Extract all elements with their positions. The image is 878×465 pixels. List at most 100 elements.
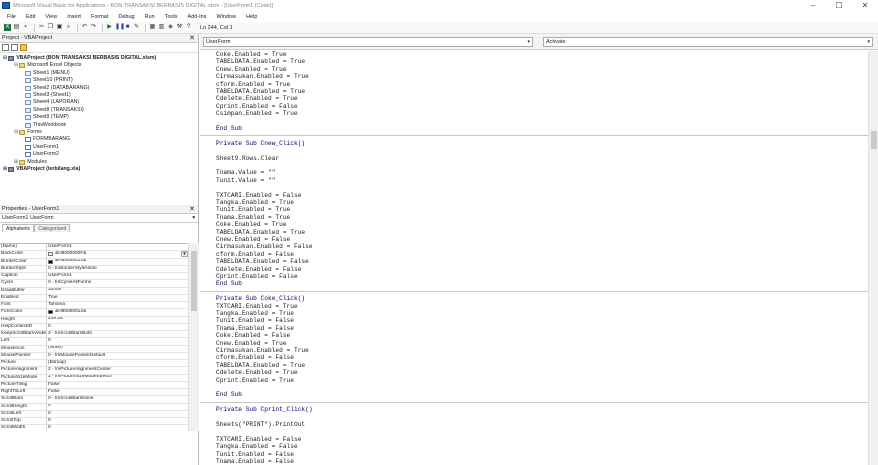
property-row[interactable]: ForeColor &H80000012& (0, 309, 188, 317)
cut-icon[interactable]: ✂ (38, 24, 45, 31)
property-value[interactable]: 1 - fmPictureSizeModeStretch (47, 375, 188, 381)
scroll-thumb[interactable] (191, 251, 197, 311)
code-line[interactable]: Cnew.Enabled = True (216, 340, 287, 348)
property-row[interactable]: PictureSizeMode 1 - fmPictureSizeModeStre… (0, 374, 188, 382)
menu-file[interactable]: File (2, 14, 21, 20)
expander-icon[interactable]: ⊞ (14, 159, 18, 166)
menu-insert[interactable]: Insert (62, 14, 86, 20)
code-line[interactable]: Cprint.Enabled = False (216, 273, 298, 281)
expander-icon[interactable]: ⊟ (14, 62, 18, 69)
code-line[interactable]: TABELDATA.Enabled = False (216, 258, 309, 266)
property-row[interactable]: PictureAlignment 2 - fmPictureAlignmentCe… (0, 367, 188, 375)
code-line[interactable]: TABELDATA.Enabled = True (216, 229, 305, 237)
code-line[interactable]: Cnew.Enabled = True (216, 66, 287, 74)
tree-node[interactable]: ⊟ Microsoft Excel Objects (14, 62, 81, 69)
code-line[interactable]: Tnama.Value = "" (216, 169, 275, 177)
code-line[interactable]: Tunit.Enabled = False (216, 451, 294, 459)
property-value[interactable]: 0 - fmScrollBarsNone (47, 396, 188, 402)
tab-alphabetic[interactable]: Alphabetic (2, 224, 35, 232)
code-line[interactable]: TXTCARI.Enabled = False (216, 192, 301, 200)
find-icon[interactable]: ⌕ (65, 24, 72, 31)
property-value[interactable]: 0 (47, 418, 188, 424)
code-line[interactable]: Cprint.Enabled = False (216, 103, 298, 111)
menu-edit[interactable]: Edit (21, 14, 40, 20)
code-line[interactable]: Tangka.Enabled = True (216, 310, 294, 318)
toggle-folders-icon[interactable] (20, 44, 27, 51)
property-row[interactable]: ScrollTop 0 (0, 418, 188, 426)
code-vertical-scrollbar[interactable] (868, 51, 878, 465)
code-line[interactable]: End Sub (216, 280, 242, 288)
code-line[interactable]: cform.Enabled = True (216, 81, 290, 89)
property-row[interactable]: ScrollLeft 0 (0, 410, 188, 418)
run-icon[interactable]: ▶ (106, 24, 113, 31)
tree-node[interactable]: ThisWorkbook (25, 122, 66, 129)
tree-node[interactable]: FORMBARANG (25, 136, 70, 143)
property-value[interactable]: 0 - fmCycleAllForms (47, 280, 188, 286)
code-line[interactable]: Tunit.Enabled = False (216, 317, 294, 325)
menu-addins[interactable]: Add-Ins (183, 14, 212, 20)
code-line[interactable]: cform.Enabled = False (216, 354, 294, 362)
code-line[interactable]: TXTCARI.Enabled = True (216, 303, 298, 311)
property-value[interactable]: 439.25 (47, 317, 188, 323)
properties-window-icon[interactable]: ▥ (158, 24, 165, 31)
property-value[interactable]: 0 (47, 338, 188, 344)
property-value[interactable]: True (47, 295, 188, 301)
property-row[interactable]: (Name) UserForm1 (0, 244, 188, 252)
code-line[interactable]: Csimpan.Enabled = True (216, 110, 298, 118)
redo-icon[interactable]: ↷ (90, 24, 97, 31)
code-line[interactable]: Sheet9.Rows.Clear (216, 155, 279, 163)
copy-icon[interactable]: ❐ (47, 24, 54, 31)
tree-node[interactable]: ⊟ VBAProject (BON TRANSAKSI BERBASIS DIGI… (3, 55, 156, 62)
code-line[interactable]: Coke.Enabled = True (216, 51, 287, 59)
properties-object-select[interactable]: UserForm1 UserForm ▾ (0, 214, 198, 223)
code-line[interactable]: Tunit.Enabled = True (216, 206, 290, 214)
menu-tools[interactable]: Tools (160, 14, 183, 20)
code-line[interactable]: Tnama.Enabled = False (216, 325, 294, 333)
tree-node[interactable]: Sheet3 (Sheet1) (25, 92, 71, 99)
property-value[interactable]: Tahoma (47, 302, 188, 308)
property-value[interactable]: False (47, 382, 188, 388)
code-line[interactable]: End Sub (216, 125, 242, 133)
save-icon[interactable]: ▪ (22, 24, 29, 31)
property-value[interactable]: 0 - fmBorderStyleNone (47, 266, 188, 272)
code-line[interactable]: Cirmasukan.Enabled = True (216, 73, 309, 81)
menu-format[interactable]: Format (86, 14, 113, 20)
property-row[interactable]: HelpContextID 0 (0, 323, 188, 331)
code-line[interactable]: Tangka.Enabled = True (216, 199, 294, 207)
code-line[interactable]: Tnama.Enabled = False (216, 458, 294, 465)
tree-node[interactable]: Sheet2 (DATABARANG) (25, 85, 89, 92)
property-value[interactable]: (Bitmap) (47, 360, 188, 366)
property-value[interactable]: &H80000012& (47, 309, 188, 315)
scroll-thumb[interactable] (871, 131, 877, 149)
property-row[interactable]: Font Tahoma (0, 302, 188, 310)
property-value[interactable]: 0 (47, 324, 188, 330)
minimize-icon[interactable]: – (800, 0, 826, 11)
close-properties-pane-icon[interactable]: ✕ (189, 205, 195, 214)
property-row[interactable]: BackColor &H8000000F& ▾ (0, 251, 188, 259)
object-combo[interactable]: UserForm ▾ (203, 36, 533, 47)
close-icon[interactable]: ✕ (852, 0, 878, 11)
property-value[interactable]: 0 (47, 404, 188, 410)
property-row[interactable]: MouseIcon (None) (0, 345, 188, 353)
paste-icon[interactable]: ▣ (56, 24, 63, 31)
help-icon[interactable]: ? (185, 24, 192, 31)
close-project-pane-icon[interactable]: ✕ (189, 34, 195, 43)
code-line[interactable]: Cnew.Enabled = False (216, 236, 290, 244)
toolbox-icon[interactable]: ⚒ (176, 24, 183, 31)
code-line[interactable]: Private Sub Cnew_Click() (216, 140, 305, 148)
expander-icon[interactable]: ⊟ (14, 129, 18, 136)
property-row[interactable]: Cycle 0 - fmCycleAllForms (0, 280, 188, 288)
property-value[interactable]: &H80000012& (47, 259, 188, 265)
property-row[interactable]: PictureTiling False (0, 381, 188, 389)
tree-node[interactable]: Sheet8 (TRANSAKSI) (25, 107, 84, 114)
property-row[interactable]: Caption UserForm1 (0, 273, 188, 281)
chevron-down-icon[interactable]: ▾ (181, 251, 188, 258)
property-value[interactable]: UserForm1 (47, 273, 188, 279)
code-line[interactable]: Cprint.Enabled = True (216, 377, 294, 385)
code-editor[interactable]: Coke.Enabled = True TABELDATA.Enabled = T… (200, 51, 868, 465)
code-line[interactable]: Private Sub Coke_Click() (216, 295, 305, 303)
break-icon[interactable]: ❚❚ (115, 24, 125, 31)
maximize-icon[interactable]: ☐ (826, 0, 852, 11)
menu-view[interactable]: View (40, 14, 62, 20)
code-line[interactable]: Cdelete.Enabled = True (216, 95, 298, 103)
